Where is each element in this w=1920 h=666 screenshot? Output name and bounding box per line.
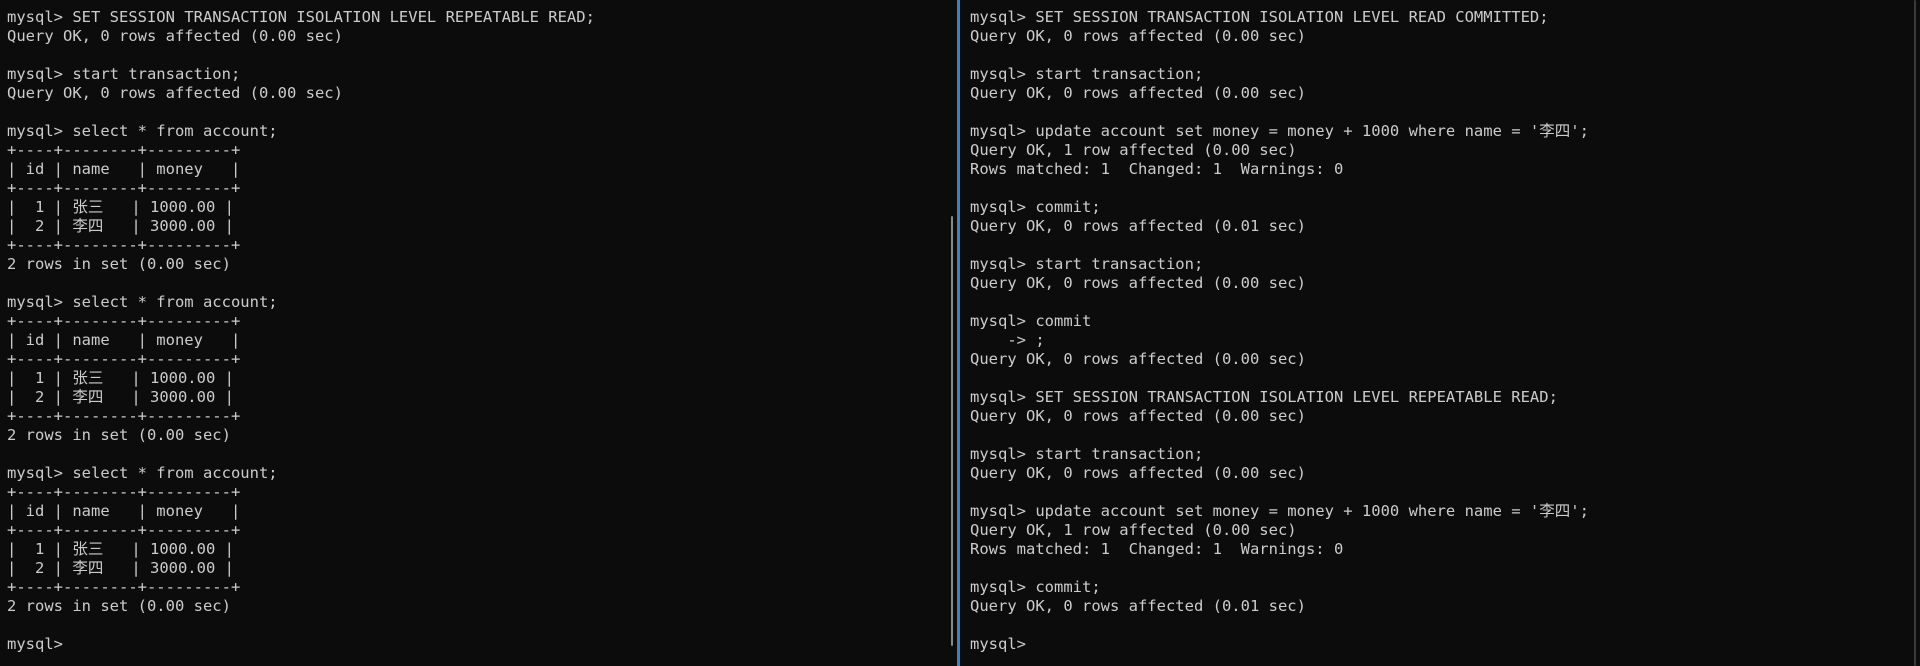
output-line [970, 369, 1589, 388]
output-line: | id | name | money | [7, 502, 241, 520]
output-line: | 2 | 李四 | 3000.00 | [7, 559, 234, 577]
left-terminal-pane[interactable]: mysql> SET SESSION TRANSACTION ISOLATION… [0, 0, 957, 666]
command-line: mysql> commit [970, 312, 1092, 330]
command-line: mysql> SET SESSION TRANSACTION ISOLATION… [970, 8, 1549, 26]
output-line [7, 616, 595, 635]
output-line [7, 445, 595, 464]
output-line: Query OK, 0 rows affected (0.01 sec) [970, 217, 1306, 235]
command-line: mysql> start transaction; [7, 65, 241, 83]
terminal-window[interactable]: mysql> SET SESSION TRANSACTION ISOLATION… [0, 0, 1920, 666]
output-line: +----+--------+---------+ [7, 141, 241, 159]
command-line: mysql> update account set money = money … [970, 502, 1589, 520]
output-line [7, 46, 595, 65]
output-line: +----+--------+---------+ [7, 236, 241, 254]
pane-divider[interactable] [957, 0, 960, 666]
output-line: -> ; [970, 331, 1045, 349]
output-line: +----+--------+---------+ [7, 521, 241, 539]
command-line: mysql> commit; [970, 578, 1101, 596]
output-line [970, 179, 1589, 198]
output-line: | 1 | 张三 | 1000.00 | [7, 369, 234, 387]
right-terminal-pane[interactable]: mysql> SET SESSION TRANSACTION ISOLATION… [962, 0, 1920, 666]
command-line: mysql> update account set money = money … [970, 122, 1589, 140]
command-line: mysql> SET SESSION TRANSACTION ISOLATION… [970, 388, 1558, 406]
output-line [970, 559, 1589, 578]
left-pane-output: mysql> SET SESSION TRANSACTION ISOLATION… [7, 8, 595, 654]
mysql-prompt-input[interactable]: mysql> [7, 635, 595, 654]
command-line: mysql> start transaction; [970, 255, 1204, 273]
output-line: Query OK, 1 row affected (0.00 sec) [970, 141, 1297, 159]
output-line [970, 236, 1589, 255]
output-line [7, 274, 595, 293]
output-line [7, 103, 595, 122]
output-line: Rows matched: 1 Changed: 1 Warnings: 0 [970, 160, 1344, 178]
output-line [970, 483, 1589, 502]
output-line: Query OK, 0 rows affected (0.00 sec) [970, 464, 1306, 482]
output-line: Query OK, 0 rows affected (0.00 sec) [970, 27, 1306, 45]
output-line: +----+--------+---------+ [7, 407, 241, 425]
output-line [970, 293, 1589, 312]
mysql-prompt-input[interactable]: mysql> [970, 635, 1589, 654]
output-line: | id | name | money | [7, 160, 241, 178]
command-line: mysql> select * from account; [7, 122, 278, 140]
output-line [970, 103, 1589, 122]
output-line: 2 rows in set (0.00 sec) [7, 426, 231, 444]
output-line: | 2 | 李四 | 3000.00 | [7, 217, 234, 235]
command-line: mysql> commit; [970, 198, 1101, 216]
command-line: mysql> SET SESSION TRANSACTION ISOLATION… [7, 8, 595, 26]
output-line: | 1 | 张三 | 1000.00 | [7, 540, 234, 558]
output-line: | 1 | 张三 | 1000.00 | [7, 198, 234, 216]
left-pane-scrollbar[interactable] [951, 216, 953, 646]
output-line [970, 426, 1589, 445]
output-line: Query OK, 0 rows affected (0.00 sec) [970, 274, 1306, 292]
output-line: Query OK, 0 rows affected (0.00 sec) [970, 407, 1306, 425]
output-line: +----+--------+---------+ [7, 312, 241, 330]
right-pane-scrollbar[interactable] [1914, 0, 1916, 666]
output-line: +----+--------+---------+ [7, 350, 241, 368]
output-line: Rows matched: 1 Changed: 1 Warnings: 0 [970, 540, 1344, 558]
output-line: +----+--------+---------+ [7, 578, 241, 596]
output-line: Query OK, 0 rows affected (0.00 sec) [7, 27, 343, 45]
output-line: | id | name | money | [7, 331, 241, 349]
output-line: | 2 | 李四 | 3000.00 | [7, 388, 234, 406]
command-line: mysql> select * from account; [7, 464, 278, 482]
output-line [970, 46, 1589, 65]
output-line: Query OK, 0 rows affected (0.00 sec) [970, 84, 1306, 102]
output-line: +----+--------+---------+ [7, 179, 241, 197]
output-line: +----+--------+---------+ [7, 483, 241, 501]
command-line: mysql> select * from account; [7, 293, 278, 311]
output-line: 2 rows in set (0.00 sec) [7, 597, 231, 615]
output-line: Query OK, 0 rows affected (0.01 sec) [970, 597, 1306, 615]
output-line: 2 rows in set (0.00 sec) [7, 255, 231, 273]
output-line [970, 616, 1589, 635]
command-line: mysql> start transaction; [970, 445, 1204, 463]
output-line: Query OK, 0 rows affected (0.00 sec) [7, 84, 343, 102]
output-line: Query OK, 1 row affected (0.00 sec) [970, 521, 1297, 539]
command-line: mysql> start transaction; [970, 65, 1204, 83]
output-line: Query OK, 0 rows affected (0.00 sec) [970, 350, 1306, 368]
right-pane-output: mysql> SET SESSION TRANSACTION ISOLATION… [970, 8, 1589, 654]
